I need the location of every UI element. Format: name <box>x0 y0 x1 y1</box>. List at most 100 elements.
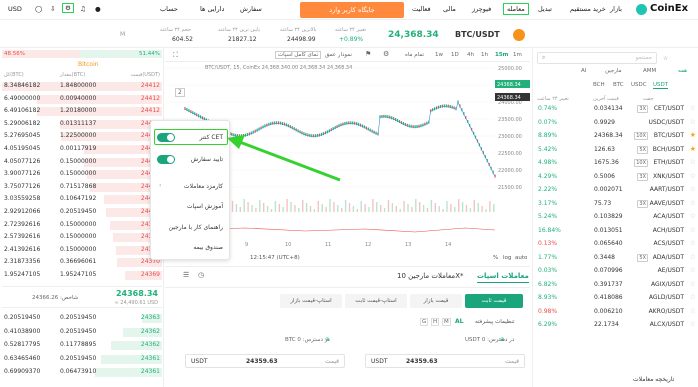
quote-bch[interactable]: BCH <box>593 82 605 88</box>
bid-row[interactable]: 24362 0.20519450 0.41038900 <box>2 327 162 337</box>
market-row[interactable]: ☆ ACH/USDT 0.013051 16.84% <box>536 225 696 237</box>
market-row[interactable]: ☆ AGIX/USDT 0.391737 6.82% <box>536 279 696 291</box>
market-row[interactable]: ☆ ADA/USDT 5X 0.3448 1.77% <box>536 252 696 264</box>
menu-margin-guide[interactable]: راهنمای کار با مارجین <box>169 224 223 231</box>
notification-icon[interactable]: ♫ <box>80 5 86 13</box>
tab-spot[interactable]: معاملات اسپات <box>477 272 529 283</box>
grid-icon[interactable]: ☰ <box>183 271 189 279</box>
user-icon[interactable]: ● <box>95 5 101 13</box>
trade-history-label[interactable]: تاریخچه معاملات <box>633 376 674 383</box>
pct-toggle[interactable]: % <box>493 255 498 261</box>
nav-orders[interactable]: سفارش <box>240 5 262 13</box>
favorite-star-icon[interactable]: ☆ <box>690 118 696 126</box>
favorite-star-icon[interactable]: ☆ <box>690 320 696 328</box>
favorite-star-icon[interactable]: ★ <box>690 145 696 153</box>
ask-row[interactable]: 243970.150000002.72392616 <box>2 220 162 230</box>
quote-usdc[interactable]: USDC <box>631 82 647 88</box>
interval-month[interactable]: تمام ماه <box>405 52 424 58</box>
bid-row[interactable]: 24361 0.20519450 0.63465460 <box>2 354 162 364</box>
favorite-star-icon[interactable]: ★ <box>690 131 696 139</box>
bid-row[interactable]: 24361 0.06473910 0.69909370 <box>2 368 162 377</box>
ask-row[interactable]: 24370 0.36696061 2.31873356 <box>2 258 162 268</box>
favorite-star-icon[interactable]: ☆ <box>690 226 696 234</box>
market-row[interactable]: ☆ XNK/USDT 3X 0.5006 4.29% <box>536 171 696 183</box>
indicator-icon[interactable]: ⚑ <box>365 50 371 58</box>
nav-finance[interactable]: مالی <box>443 5 456 13</box>
tab-amm[interactable]: AMM <box>643 68 656 74</box>
order-type-market[interactable]: قیمت بازار <box>410 294 462 308</box>
bid-row[interactable]: 24362 0.11778895 0.52817795 <box>2 341 162 350</box>
auto-toggle[interactable]: auto <box>515 255 527 261</box>
order-confirm-toggle[interactable] <box>157 155 175 164</box>
market-search[interactable]: جستجو ⌕ <box>537 52 657 64</box>
interval-1m[interactable]: 1m <box>513 52 522 58</box>
fullscreen-icon[interactable]: ⛶ <box>173 51 178 60</box>
favorite-star-icon[interactable]: ☆ <box>690 307 696 315</box>
order-type-limit[interactable]: قیمت ثابت <box>465 294 523 308</box>
pair-name[interactable]: BTC/USDT <box>455 30 500 39</box>
market-row[interactable]: ☆ ACA/USDT 0.103829 5.24% <box>536 211 696 223</box>
buy-price-field[interactable]: قیمت 24359.63 USDT <box>365 354 525 368</box>
user-banner[interactable]: جایگاه کاربر وارد <box>300 2 404 18</box>
favorite-star-icon[interactable]: ☆ <box>690 280 696 288</box>
ask-row[interactable]: 24369 1.95247105 1.95247105 <box>2 271 162 280</box>
ask-row[interactable]: 244040.715178683.75077126 <box>2 182 162 192</box>
ask-row[interactable]: 244050.150000003.90077126 <box>2 170 162 180</box>
tab-ai[interactable]: AI <box>581 68 586 74</box>
nav-market[interactable]: بازار <box>610 5 622 13</box>
clock-icon[interactable]: ◷ <box>198 271 204 279</box>
quote-usdt[interactable]: USDT <box>653 82 669 89</box>
star-filter-icon[interactable]: ☆ <box>663 55 668 62</box>
favorite-star-icon[interactable]: ☆ <box>690 104 696 112</box>
favorite-star-icon[interactable]: ☆ <box>690 266 696 274</box>
deposit-icon[interactable]: ⊕ <box>500 337 505 343</box>
settings-icon[interactable]: ⚙ <box>62 3 74 13</box>
market-row[interactable]: ☆ AE/USDT 0.070996 0.03% <box>536 265 696 277</box>
log-toggle[interactable]: log <box>503 255 511 261</box>
market-row[interactable]: ☆ ALCX/USDT 22.1734 6.29% <box>536 319 696 331</box>
ask-row[interactable]: 244060.150000004.05077126 <box>2 157 162 167</box>
depth-chart-tab[interactable]: نمودار عمق <box>325 52 352 58</box>
favorite-star-icon[interactable]: ☆ <box>690 172 696 180</box>
menu-insurance-fund[interactable]: صندوق بیمه <box>193 244 223 251</box>
ask-row[interactable]: 24412 1.20180000 6.49106182 <box>2 107 162 117</box>
menu-order-confirm[interactable]: تایید سفارش <box>191 156 223 163</box>
market-row[interactable]: ☆ AGLD/USDT 0.418086 8.93% <box>536 292 696 304</box>
favorite-star-icon[interactable]: ☆ <box>690 212 696 220</box>
interval-4h[interactable]: 4h <box>467 52 474 58</box>
nav-activity[interactable]: فعالیت <box>412 5 431 13</box>
market-row[interactable]: ☆ AAVE/USDT 3X 75.73 3.17% <box>536 198 696 210</box>
market-row[interactable]: ★ BCH/USDT 5X 126.63 5.42% <box>536 144 696 156</box>
ask-row[interactable]: 24412 1.84800000 8.34846182 <box>2 82 162 91</box>
market-row[interactable]: ☆ CET/USDT 3X 0.034134 0.74% <box>536 103 696 115</box>
ask-row[interactable]: 244090.013111375.29006182 <box>2 119 162 129</box>
deposit-icon[interactable]: ⊕ <box>325 337 330 343</box>
chart-settings-icon[interactable]: ⚙ <box>383 50 389 58</box>
favorite-star-icon[interactable]: ☆ <box>690 239 696 247</box>
download-icon[interactable]: ⇩ <box>50 5 55 13</box>
nav-assets[interactable]: دارایی ها <box>200 5 224 13</box>
interval-15m[interactable]: 15m <box>495 52 508 58</box>
tab-all[interactable]: همه <box>678 68 687 74</box>
nav-convert[interactable]: تبدیل <box>538 5 552 13</box>
favorite-star-icon[interactable]: ☆ <box>690 199 696 207</box>
tab-margin[interactable]: معاملات مارجین 10X* <box>397 272 463 280</box>
coinex-logo[interactable]: CoinEx <box>650 3 688 14</box>
market-row[interactable]: ☆ ETH/USDT 10X 1675.36 4.98% <box>536 157 696 169</box>
menu-trading-fee[interactable]: کارمزد معاملات <box>184 183 223 190</box>
mode-h[interactable]: H <box>431 318 440 326</box>
m-label[interactable]: M <box>120 31 125 38</box>
favorite-star-icon[interactable]: ☆ <box>690 185 696 193</box>
interval-1d[interactable]: 1D <box>451 52 459 58</box>
ask-row[interactable]: 24412 0.00940000 6.49000000 <box>2 94 162 104</box>
ask-row[interactable]: 244030.106471923.03559258 <box>2 195 162 205</box>
nav-account[interactable]: حساب <box>160 5 178 13</box>
favorite-star-icon[interactable]: ☆ <box>690 293 696 301</box>
globe-icon[interactable]: ◯ <box>35 5 42 13</box>
bid-row[interactable]: 24363 0.20519450 0.20519450 <box>2 314 162 323</box>
pair-selector[interactable]: AL <box>455 318 463 325</box>
favorite-star-icon[interactable]: ☆ <box>690 158 696 166</box>
coinex-logo-icon[interactable] <box>636 4 647 15</box>
ask-row[interactable]: 243910.150000002.41392616 <box>2 245 162 255</box>
market-row[interactable]: ☆ USDC/USDT 0.9929 0.07% <box>536 117 696 129</box>
